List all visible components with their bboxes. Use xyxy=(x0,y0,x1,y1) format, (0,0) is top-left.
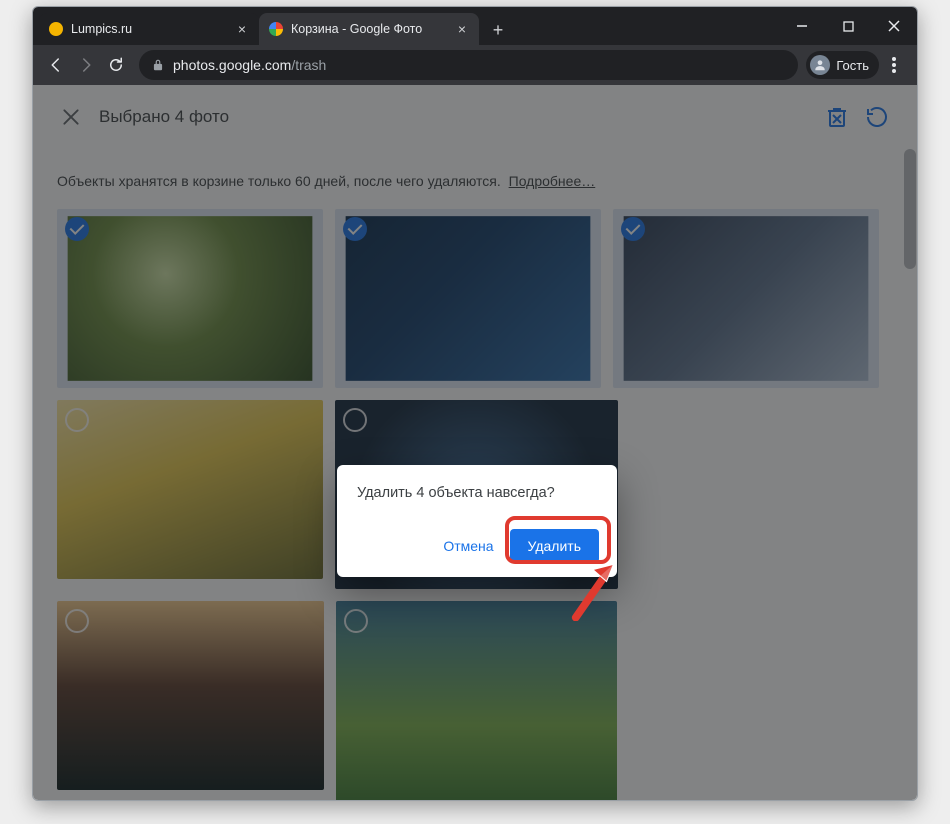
dialog-question: Удалить 4 объекта навсегда? xyxy=(357,485,599,501)
avatar-icon xyxy=(810,55,830,75)
close-icon[interactable]: × xyxy=(235,22,249,36)
profile-label: Гость xyxy=(836,58,869,73)
window-minimize-button[interactable] xyxy=(779,7,825,45)
tab-lumpics[interactable]: Lumpics.ru × xyxy=(39,13,259,45)
favicon-icon xyxy=(49,22,63,36)
cancel-button[interactable]: Отмена xyxy=(443,538,493,554)
nav-forward-button[interactable] xyxy=(71,50,101,80)
tab-title: Корзина - Google Фото xyxy=(291,22,455,36)
close-icon[interactable]: × xyxy=(455,22,469,36)
url-host: photos.google.com xyxy=(173,57,291,73)
url-path: /trash xyxy=(291,57,326,73)
window-controls xyxy=(779,7,917,45)
address-bar: photos.google.com/trash Гость xyxy=(33,45,917,85)
nav-reload-button[interactable] xyxy=(101,50,131,80)
modal-scrim[interactable] xyxy=(33,85,917,800)
delete-button[interactable]: Удалить xyxy=(510,529,599,563)
favicon-icon xyxy=(269,22,283,36)
window-maximize-button[interactable] xyxy=(825,7,871,45)
url-input[interactable]: photos.google.com/trash xyxy=(139,50,798,80)
nav-back-button[interactable] xyxy=(41,50,71,80)
tab-strip: Lumpics.ru × Корзина - Google Фото × + xyxy=(33,7,511,45)
tab-google-photos-trash[interactable]: Корзина - Google Фото × xyxy=(259,13,479,45)
lock-icon xyxy=(151,58,165,72)
tab-title: Lumpics.ru xyxy=(71,22,235,36)
browser-window: Lumpics.ru × Корзина - Google Фото × + xyxy=(32,6,918,801)
window-close-button[interactable] xyxy=(871,7,917,45)
titlebar: Lumpics.ru × Корзина - Google Фото × + xyxy=(33,7,917,45)
kebab-menu-button[interactable] xyxy=(879,50,909,80)
confirm-delete-dialog: Удалить 4 объекта навсегда? Отмена Удали… xyxy=(337,465,617,577)
profile-chip[interactable]: Гость xyxy=(806,51,879,79)
new-tab-button[interactable]: + xyxy=(485,17,511,43)
